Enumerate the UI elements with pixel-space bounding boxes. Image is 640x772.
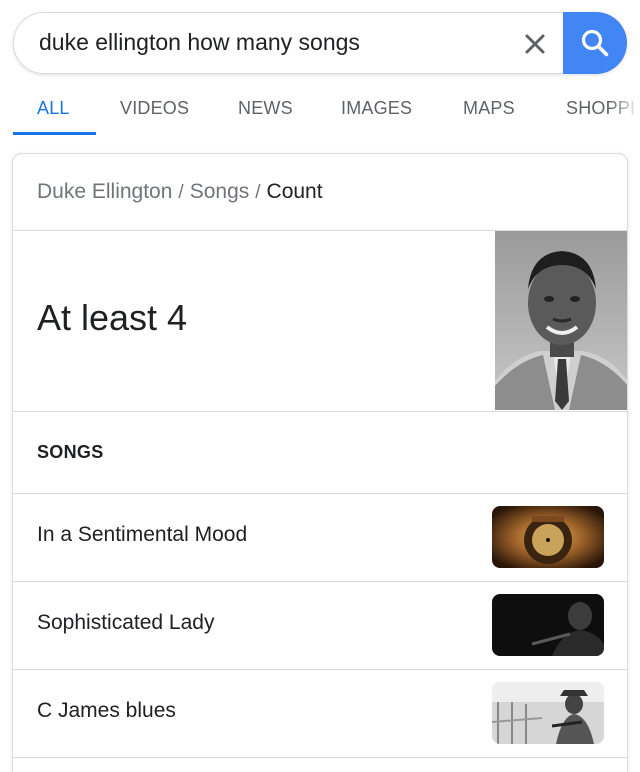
song-thumbnail[interactable] [492, 594, 604, 656]
answer-value: At least 4 [37, 297, 188, 338]
breadcrumb-item-songs[interactable]: Songs [190, 180, 250, 203]
song-title[interactable]: Sophisticated Lady [37, 611, 214, 635]
search-button[interactable] [563, 12, 627, 74]
song-row[interactable]: Sophisticated Lady [13, 581, 627, 669]
answer-card: Duke Ellington / Songs / Count At least 4 [12, 153, 628, 772]
artist-photo[interactable] [495, 231, 627, 410]
breadcrumb: Duke Ellington / Songs / Count [37, 180, 323, 204]
close-icon [525, 34, 545, 54]
search-tabs: ALL VIDEOS NEWS IMAGES MAPS SHOPPI [0, 84, 640, 136]
search-bar[interactable]: duke ellington how many songs [13, 12, 627, 74]
clear-button[interactable] [514, 23, 556, 65]
breadcrumb-item-count: Count [266, 180, 323, 203]
divider [13, 757, 627, 758]
breadcrumb-item-duke-ellington[interactable]: Duke Ellington [37, 180, 172, 203]
song-thumbnail[interactable] [492, 682, 604, 744]
tab-maps[interactable]: MAPS [463, 98, 515, 119]
divider [13, 411, 627, 412]
search-icon [581, 29, 609, 57]
song-title[interactable]: C James blues [37, 699, 176, 723]
songs-section-title: SONGS [37, 442, 104, 462]
song-row[interactable]: In a Sentimental Mood [13, 493, 627, 581]
breadcrumb-separator: / [255, 182, 261, 203]
tab-all[interactable]: ALL [37, 98, 70, 119]
tabs-fade [610, 84, 640, 136]
tab-images[interactable]: IMAGES [341, 98, 412, 119]
tab-videos[interactable]: VIDEOS [120, 98, 189, 119]
song-title[interactable]: In a Sentimental Mood [37, 523, 247, 547]
search-input[interactable]: duke ellington how many songs [39, 29, 360, 56]
active-tab-indicator [13, 132, 96, 135]
song-row[interactable]: C James blues [13, 669, 627, 757]
tab-news[interactable]: NEWS [238, 98, 293, 119]
breadcrumb-separator: / [178, 182, 184, 203]
song-thumbnail[interactable] [492, 506, 604, 568]
